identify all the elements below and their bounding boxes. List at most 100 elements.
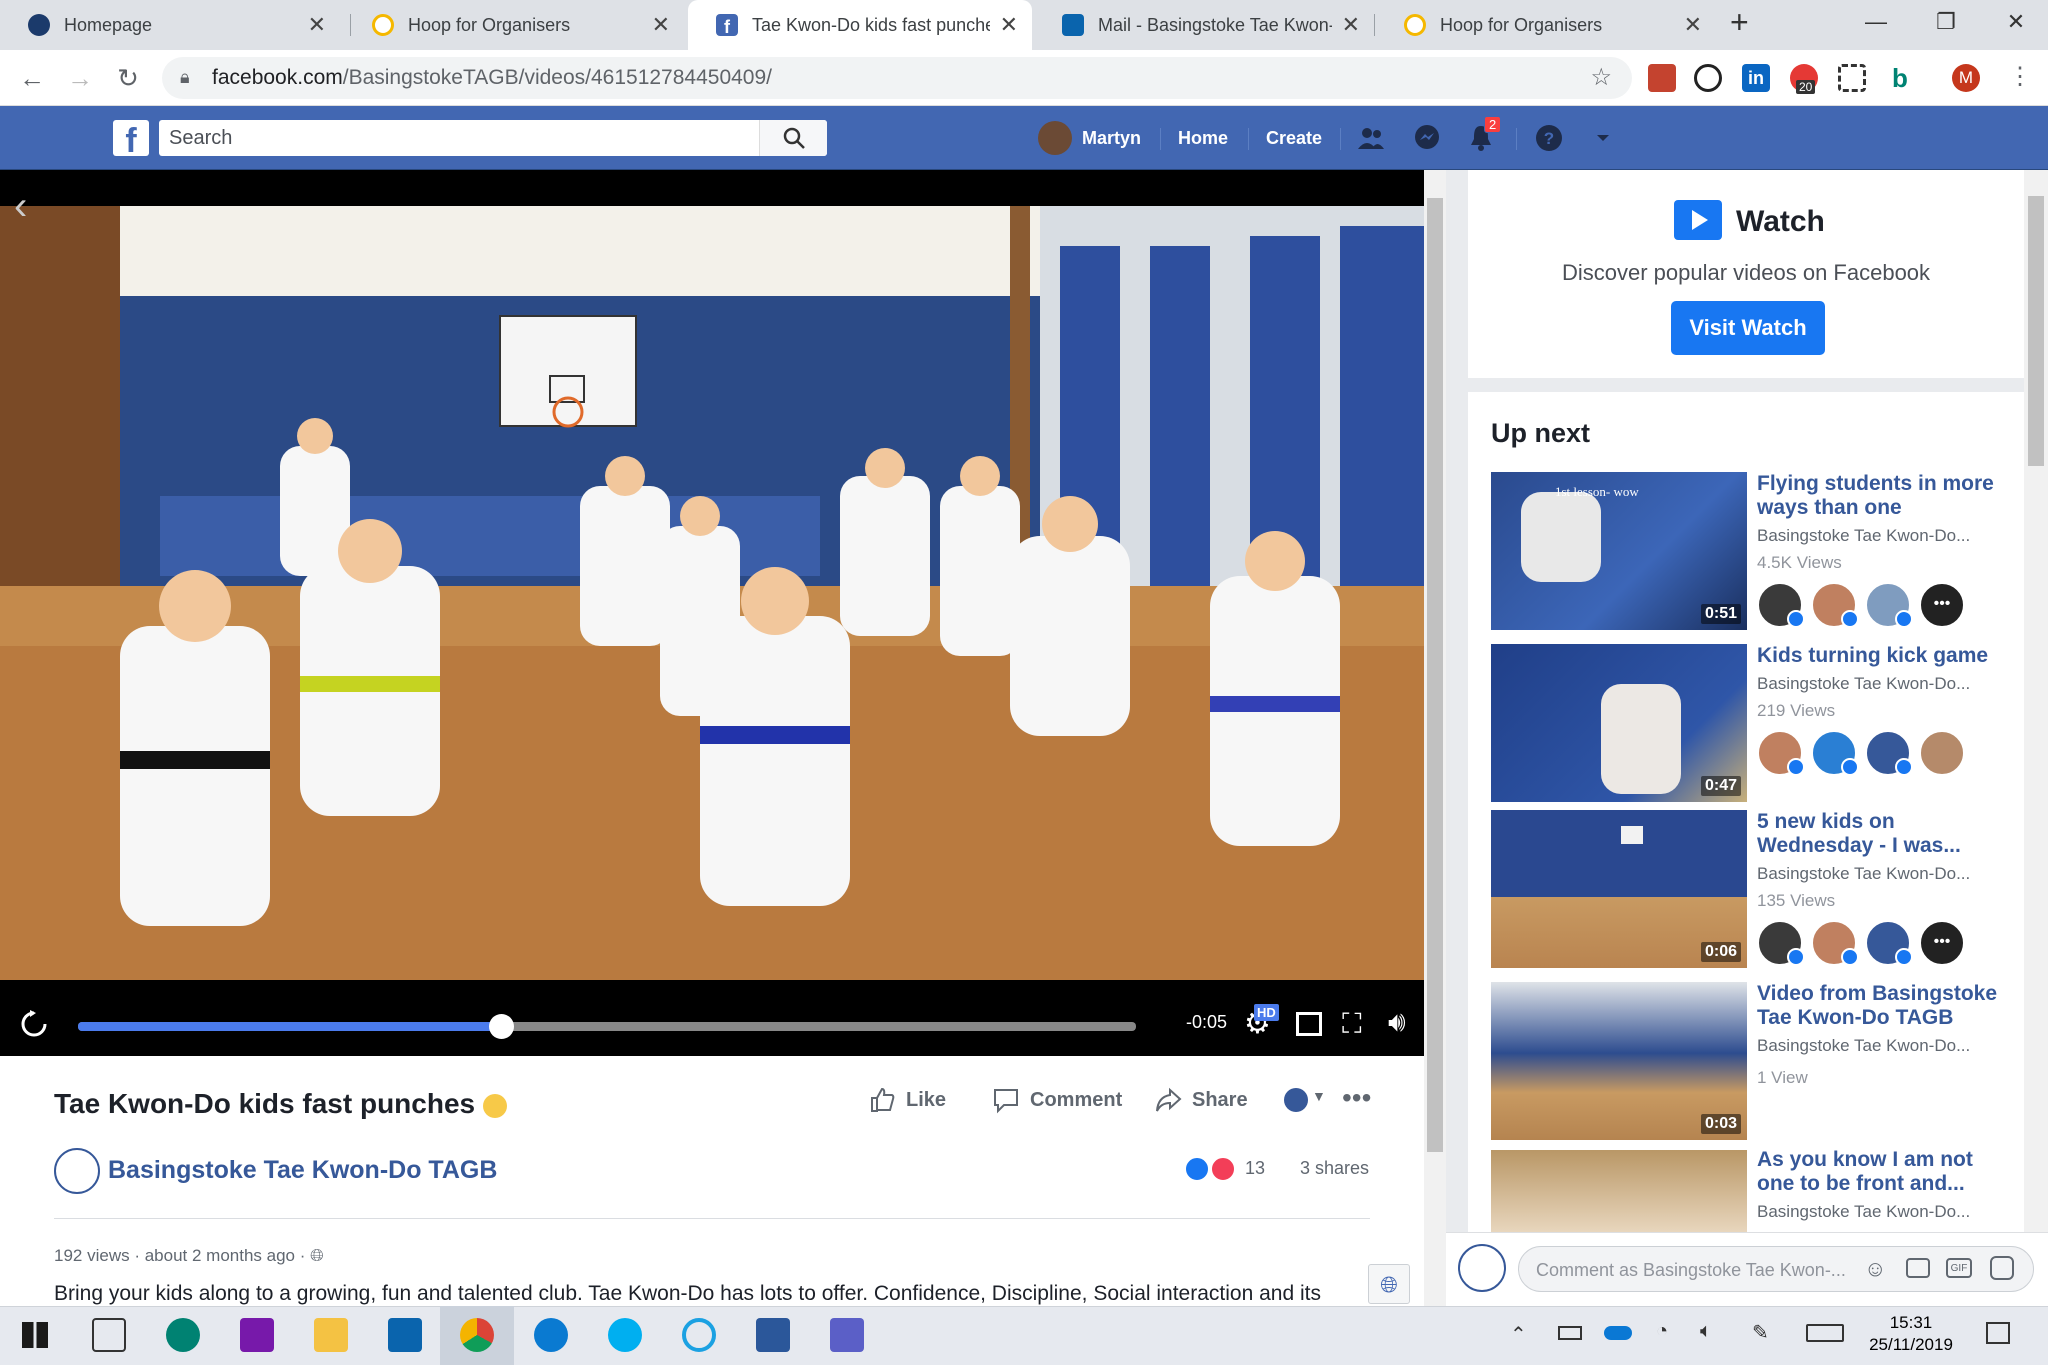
keyboard-icon[interactable] <box>1806 1324 1844 1342</box>
windows-start-icon[interactable] <box>22 1322 48 1348</box>
main-scrollbar-thumb[interactable] <box>1427 198 1443 1152</box>
search-input[interactable] <box>169 120 759 156</box>
internet-explorer-icon[interactable] <box>682 1318 716 1352</box>
reactor-avatar[interactable] <box>1865 582 1913 628</box>
video-title-link[interactable]: As you know I am not one to be front and… <box>1757 1148 2007 1196</box>
skype-icon[interactable] <box>608 1318 642 1352</box>
camera-icon[interactable] <box>1906 1258 1930 1278</box>
chrome-menu-icon[interactable]: ⋮ <box>2008 62 2032 91</box>
reactor-avatar[interactable] <box>1811 730 1859 776</box>
back-arrow-icon[interactable]: ‹ <box>14 184 27 229</box>
mini-player-icon[interactable] <box>1296 1012 1322 1036</box>
screenshot-extension-icon[interactable] <box>1838 64 1866 92</box>
video-thumbnail[interactable]: 1st lesson- wow 0:51 <box>1491 472 1747 630</box>
audience-selector[interactable] <box>1284 1088 1308 1112</box>
pen-icon[interactable]: ✎ <box>1752 1320 1769 1345</box>
account-menu-icon[interactable] <box>1588 123 1618 153</box>
battery-icon[interactable] <box>1558 1326 1582 1340</box>
pdf-extension-icon[interactable] <box>1648 64 1676 92</box>
forward-icon[interactable]: → <box>62 60 98 96</box>
share-count[interactable]: 3 shares <box>1300 1158 1369 1179</box>
search-button[interactable] <box>759 120 827 156</box>
video-page-name[interactable]: Basingstoke Tae Kwon-Do... <box>1757 526 2007 546</box>
friends-icon[interactable] <box>1356 123 1386 153</box>
minimize-icon[interactable]: — <box>1846 0 1906 44</box>
back-icon[interactable]: ← <box>14 60 50 96</box>
close-tab-icon[interactable]: ✕ <box>652 12 670 38</box>
nav-create[interactable]: Create <box>1266 106 1322 170</box>
restore-icon[interactable]: ❐ <box>1916 0 1976 44</box>
language-globe-button[interactable]: 🌐︎ <box>1368 1264 1410 1304</box>
new-tab-button[interactable]: + <box>1730 4 1749 41</box>
nav-user-name[interactable]: Martyn <box>1082 106 1141 170</box>
audience-dropdown-icon[interactable]: ▼ <box>1312 1088 1326 1104</box>
extension-badge-icon[interactable]: 20 <box>1790 64 1818 94</box>
like-button[interactable]: Like <box>868 1086 946 1114</box>
reactor-avatar[interactable] <box>1811 920 1859 966</box>
share-button[interactable]: Share <box>1154 1086 1248 1114</box>
task-view-icon[interactable] <box>92 1318 126 1352</box>
video-thumbnail[interactable]: 0:06 <box>1491 810 1747 968</box>
more-reactors-icon[interactable]: ••• <box>1919 920 1965 966</box>
sync-extension-icon[interactable] <box>1694 64 1722 92</box>
sway-icon[interactable] <box>166 1318 200 1352</box>
replay-icon[interactable] <box>18 1008 50 1040</box>
onedrive-icon[interactable] <box>1604 1326 1632 1340</box>
volume-muted-icon[interactable]: 🔈︎ <box>1700 1320 1712 1343</box>
video-title-link[interactable]: 5 new kids on Wednesday - I was... <box>1757 810 2007 858</box>
video-page-name[interactable]: Basingstoke Tae Kwon-Do... <box>1757 864 2007 884</box>
reactor-avatar[interactable] <box>1919 730 1965 776</box>
address-bar[interactable]: 🔒︎ facebook.com/BasingstokeTAGB/videos/4… <box>162 57 1632 99</box>
reaction-count[interactable]: 13 <box>1245 1158 1265 1179</box>
reactor-avatar[interactable] <box>1865 730 1913 776</box>
teams-icon[interactable] <box>830 1318 864 1352</box>
tab-hoop-2[interactable]: Hoop for Organisers ✕ <box>1376 0 1716 50</box>
chrome-icon[interactable] <box>460 1318 494 1352</box>
video-title-link[interactable]: Video from Basingstoke Tae Kwon-Do TAGB <box>1757 982 2007 1030</box>
bookmark-star-icon[interactable]: ☆ <box>1590 63 1612 92</box>
tab-mail[interactable]: Mail - Basingstoke Tae Kwon-D ✕ <box>1034 0 1374 50</box>
outlook-taskbar-icon[interactable] <box>388 1318 422 1352</box>
reactor-avatar[interactable] <box>1811 582 1859 628</box>
close-tab-icon[interactable]: ✕ <box>1684 12 1702 38</box>
tab-facebook-video[interactable]: f Tae Kwon-Do kids fast punches ✕ <box>688 0 1032 50</box>
reactor-avatar[interactable] <box>1757 582 1805 628</box>
close-tab-icon[interactable]: ✕ <box>308 12 326 38</box>
page-name-link[interactable]: Basingstoke Tae Kwon-Do TAGB <box>108 1156 497 1185</box>
tab-hoop-1[interactable]: Hoop for Organisers ✕ <box>344 0 684 50</box>
fullscreen-icon[interactable]: ⛶ <box>1342 1008 1362 1041</box>
wifi-icon[interactable]: ◔ <box>1656 1320 1668 1343</box>
bing-icon[interactable]: b <box>1886 64 1914 92</box>
reactor-avatar[interactable] <box>1757 730 1805 776</box>
facebook-logo-icon[interactable]: f <box>113 120 149 156</box>
page-avatar[interactable] <box>54 1148 100 1194</box>
volume-icon[interactable]: 🔊︎ <box>1388 1006 1406 1039</box>
word-icon[interactable] <box>756 1318 790 1352</box>
sticker-icon[interactable] <box>1990 1256 2014 1280</box>
file-explorer-icon[interactable] <box>314 1318 348 1352</box>
more-options-icon[interactable]: ••• <box>1342 1082 1371 1114</box>
reload-icon[interactable]: ↻ <box>110 60 146 96</box>
close-tab-icon[interactable]: ✕ <box>1000 12 1018 38</box>
video-title-link[interactable]: Flying students in more ways than one <box>1757 472 2007 520</box>
video-thumbnail[interactable]: 0:03 <box>1491 982 1747 1140</box>
nav-home[interactable]: Home <box>1178 106 1228 170</box>
reactor-avatar[interactable] <box>1757 920 1805 966</box>
gif-icon[interactable]: GIF <box>1946 1258 1972 1278</box>
help-icon[interactable]: ? <box>1534 123 1564 153</box>
system-clock[interactable]: 15:31 25/11/2019 <box>1866 1312 1956 1356</box>
post-time[interactable]: about 2 months ago <box>145 1246 295 1265</box>
close-window-icon[interactable]: ✕ <box>1986 0 2046 44</box>
video-page-name[interactable]: Basingstoke Tae Kwon-Do... <box>1757 1202 2007 1222</box>
reactor-avatar[interactable] <box>1865 920 1913 966</box>
skype-business-icon[interactable] <box>534 1318 568 1352</box>
video-page-name[interactable]: Basingstoke Tae Kwon-Do... <box>1757 1036 2007 1056</box>
video-page-name[interactable]: Basingstoke Tae Kwon-Do... <box>1757 674 2007 694</box>
close-tab-icon[interactable]: ✕ <box>1342 12 1360 38</box>
onenote-icon[interactable] <box>240 1318 274 1352</box>
comment-button[interactable]: Comment <box>992 1086 1122 1114</box>
sidebar-scrollbar-thumb[interactable] <box>2028 196 2044 466</box>
video-player[interactable] <box>0 170 1424 1056</box>
linkedin-icon[interactable]: in <box>1742 64 1770 92</box>
user-avatar[interactable] <box>1038 121 1072 155</box>
